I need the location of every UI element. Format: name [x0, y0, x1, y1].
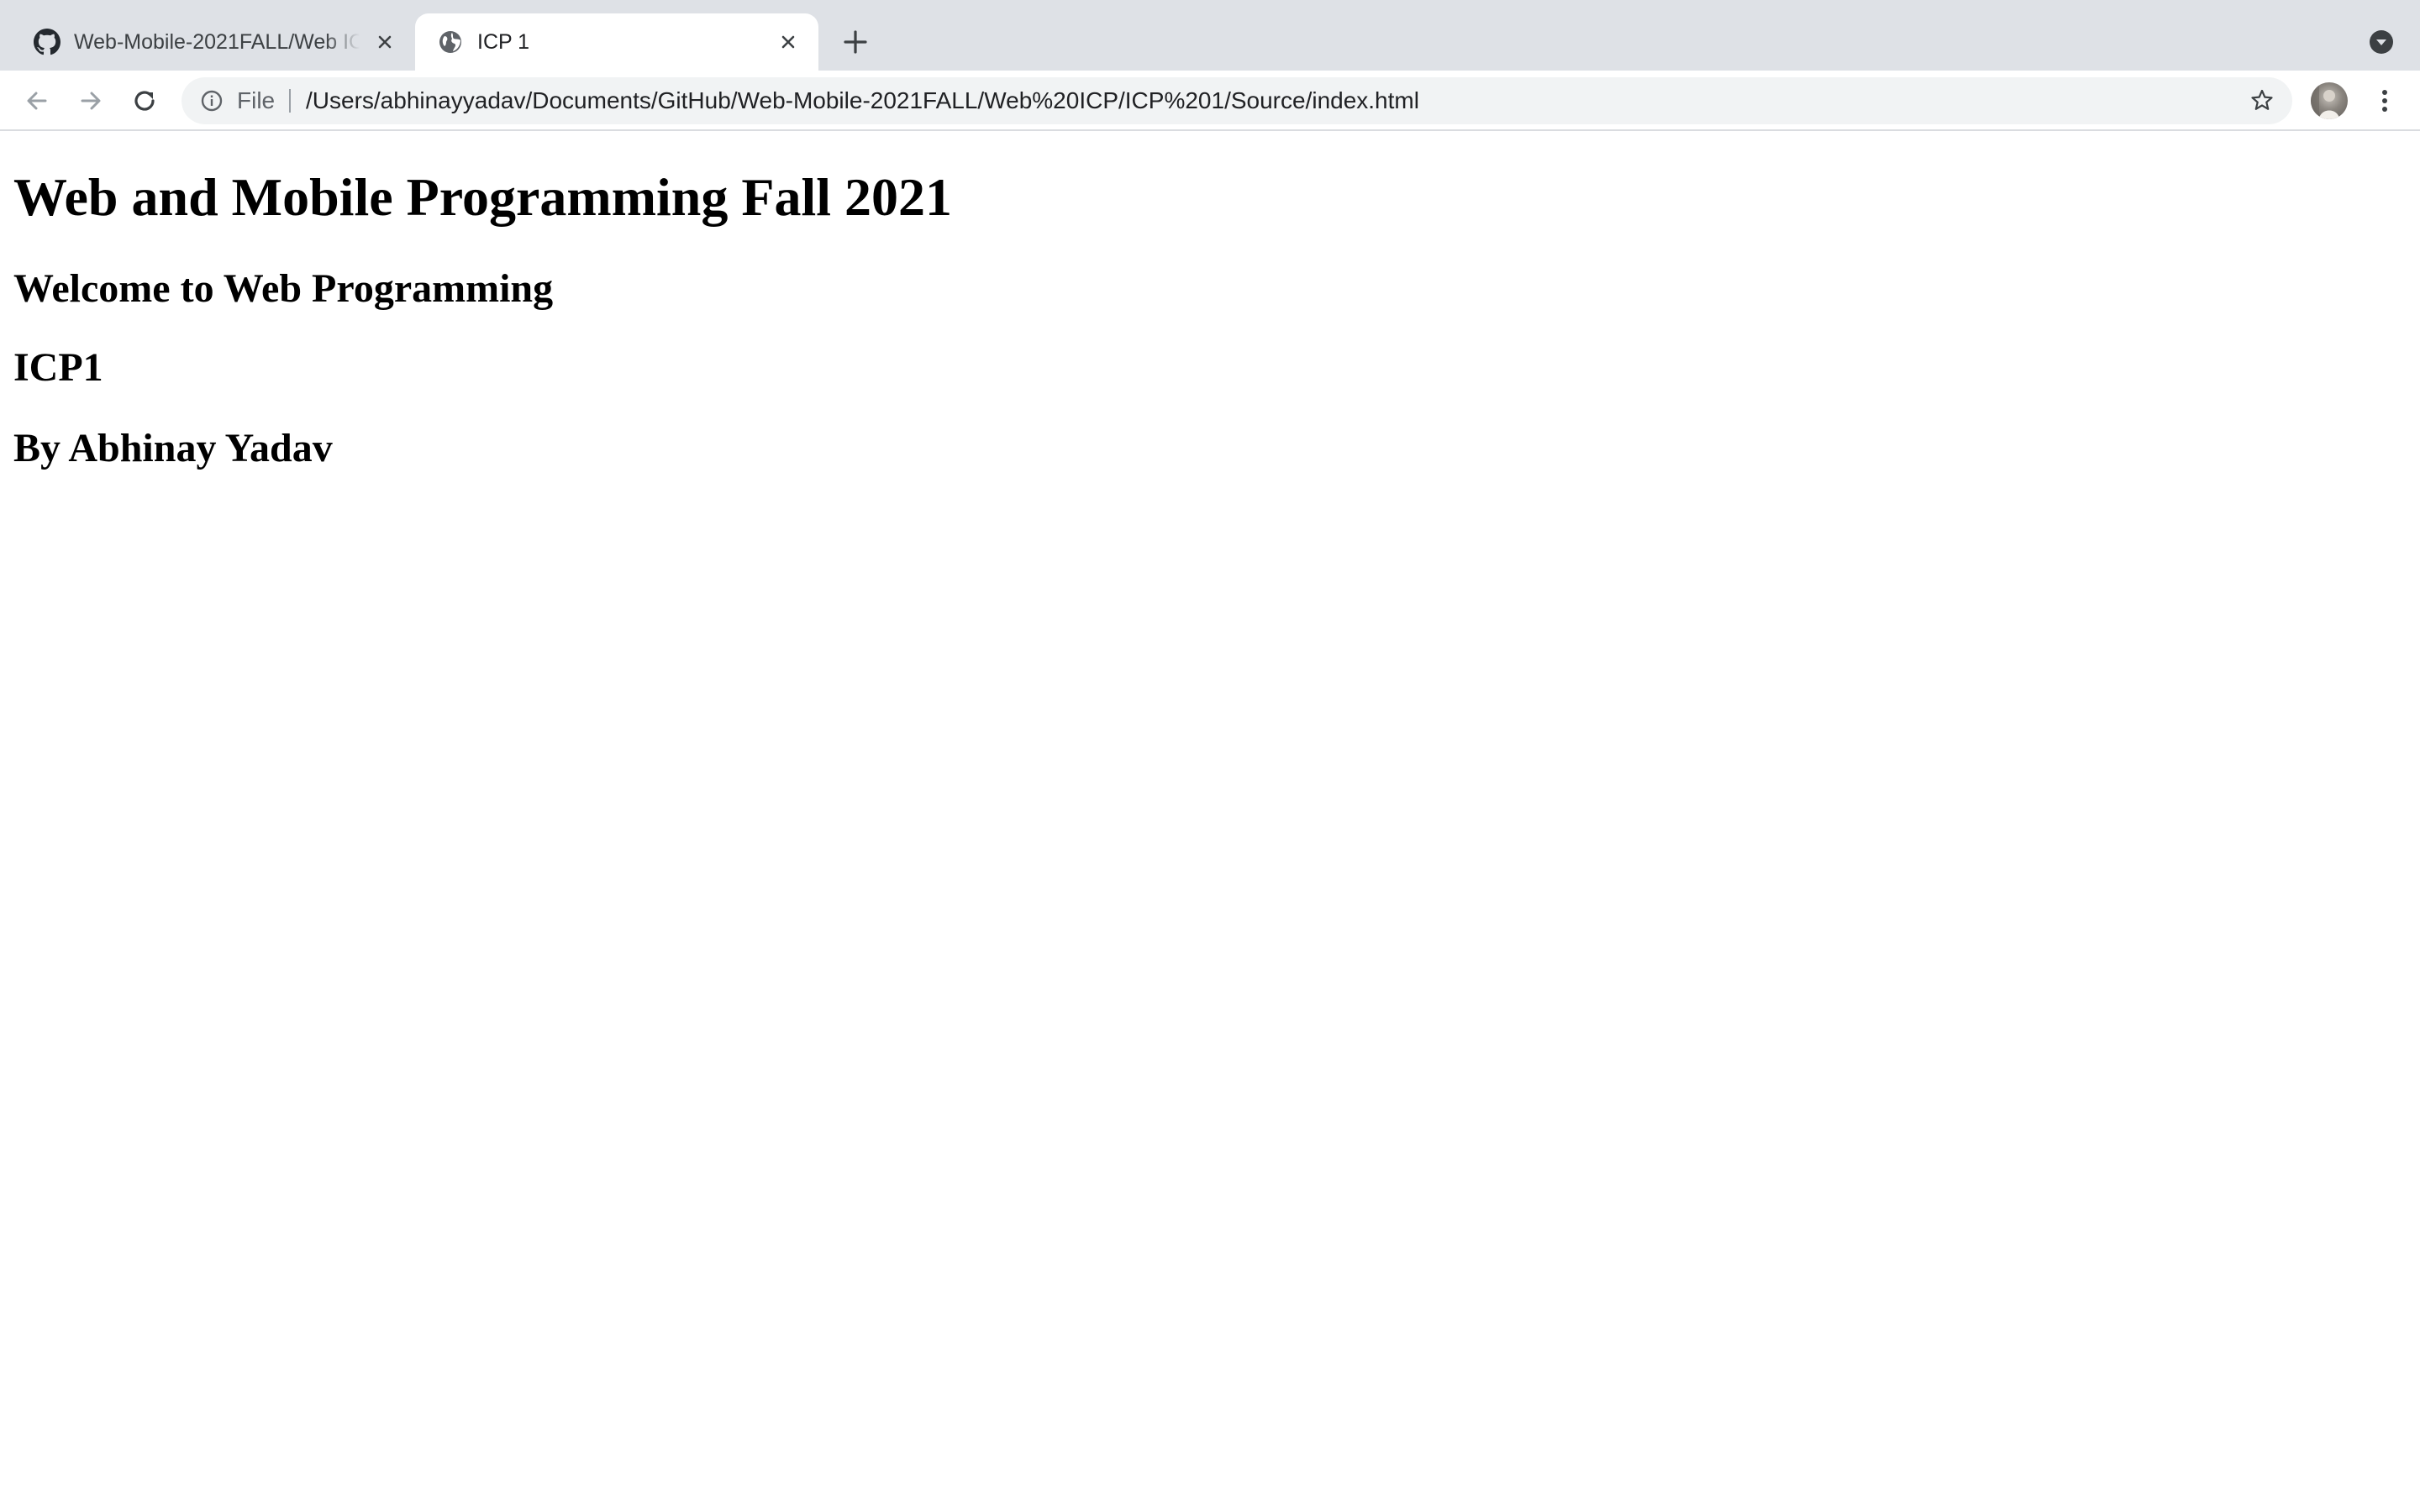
omnibox-divider — [289, 89, 291, 113]
globe-icon — [437, 29, 464, 55]
page-content: Web and Mobile Programming Fall 2021 Wel… — [0, 131, 2420, 1512]
browser-toolbar: File /Users/abhinayyadav/Documents/GitHu… — [0, 71, 2420, 131]
tab-title: ICP 1 — [477, 30, 530, 54]
close-tab-icon[interactable] — [371, 29, 398, 55]
tab-title: Web-Mobile-2021FALL/Web ICP — [74, 30, 360, 54]
new-tab-plus-icon[interactable] — [839, 25, 872, 59]
forward-arrow-icon[interactable] — [74, 84, 108, 118]
tab-icp1[interactable]: ICP 1 — [415, 13, 818, 71]
tab-strip: Web-Mobile-2021FALL/Web ICP ICP 1 — [0, 0, 2420, 71]
browser-window: Web-Mobile-2021FALL/Web ICP ICP 1 File /… — [0, 0, 2420, 1512]
reload-icon[interactable] — [128, 84, 161, 118]
bookmark-star-icon[interactable] — [2249, 87, 2275, 114]
welcome-heading: Welcome to Web Programming — [13, 266, 554, 311]
site-info-icon[interactable] — [198, 87, 225, 114]
author-heading: By Abhinay Yadav — [13, 426, 333, 470]
url-text[interactable]: /Users/abhinayyadav/Documents/GitHub/Web… — [306, 77, 1419, 124]
close-tab-icon[interactable] — [775, 29, 802, 55]
back-arrow-icon[interactable] — [20, 84, 54, 118]
page-heading: Web and Mobile Programming Fall 2021 — [13, 167, 953, 227]
github-icon — [34, 29, 60, 55]
scheme-label: File — [237, 87, 276, 113]
tab-search-dropdown-icon[interactable] — [2368, 29, 2395, 55]
more-menu-icon[interactable] — [2370, 86, 2400, 116]
address-bar[interactable]: File /Users/abhinayyadav/Documents/GitHu… — [182, 77, 2292, 124]
profile-avatar[interactable] — [2311, 82, 2348, 119]
icp-heading: ICP1 — [13, 345, 103, 390]
tab-github[interactable]: Web-Mobile-2021FALL/Web ICP — [12, 13, 415, 71]
